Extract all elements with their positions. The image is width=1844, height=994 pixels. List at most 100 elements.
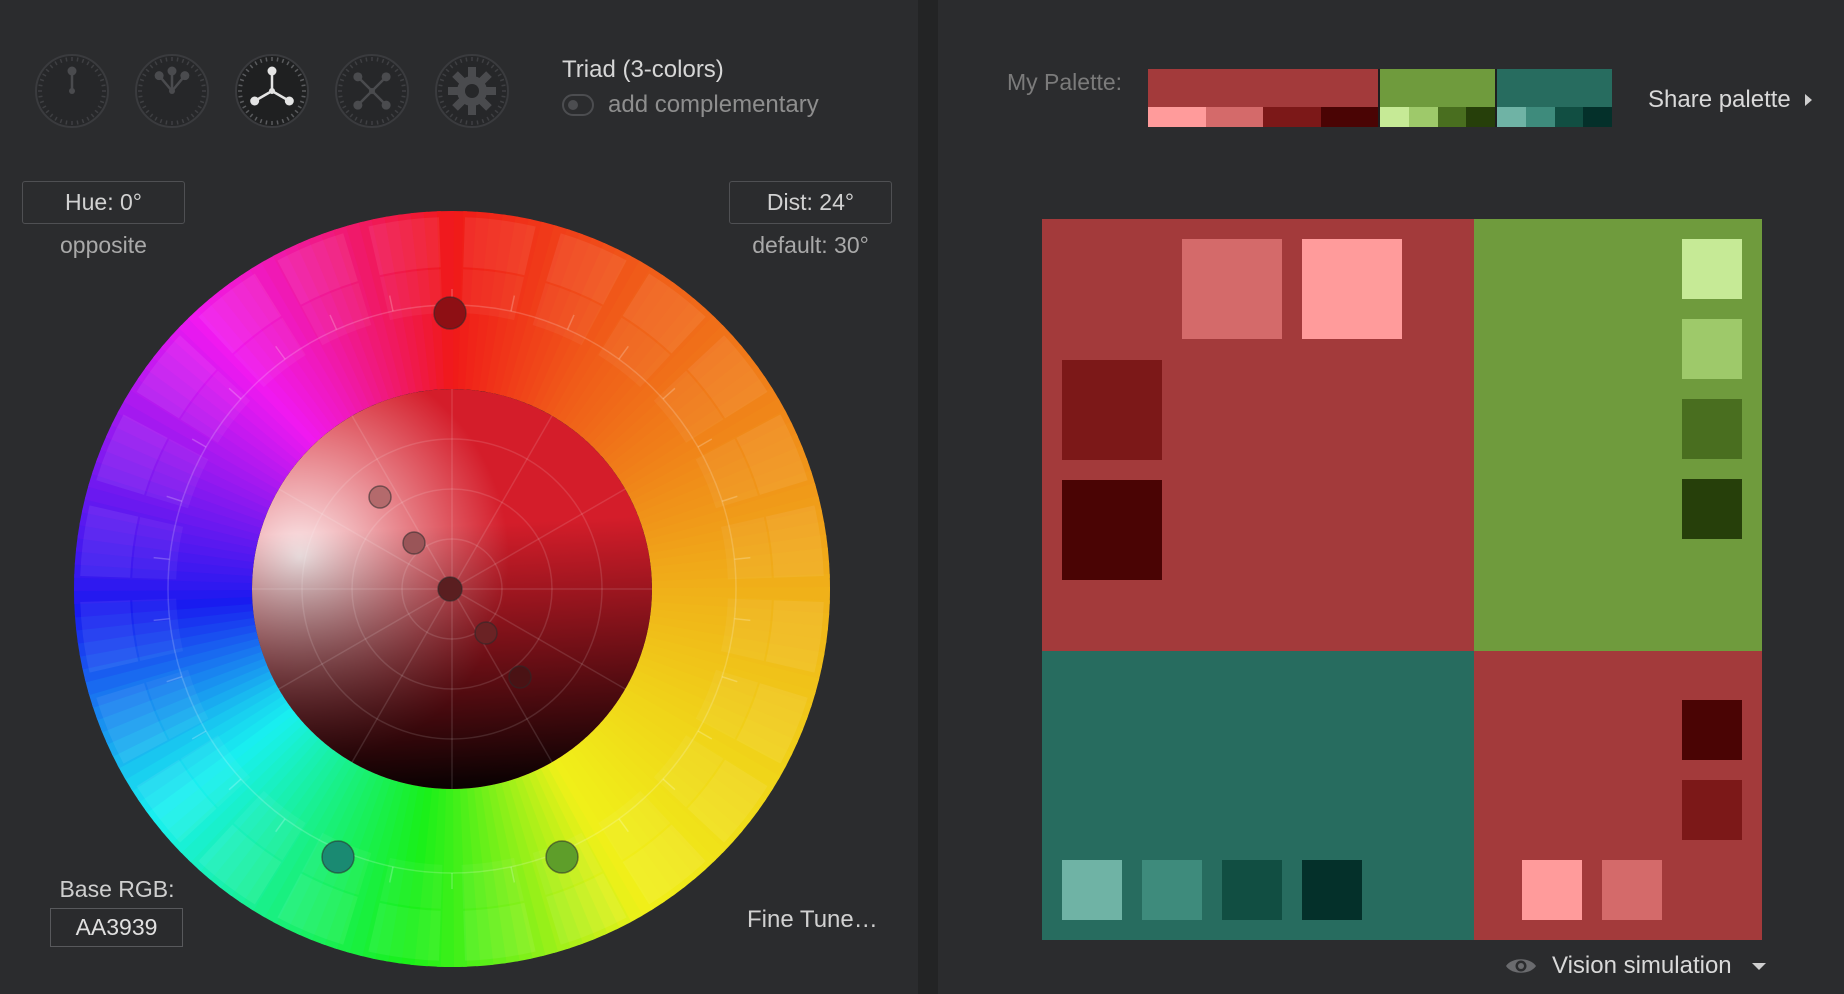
hue-ring-step: [463, 217, 536, 276]
palette-group-primary[interactable]: [1148, 69, 1378, 127]
hue-ring-step: [80, 505, 139, 578]
palette-tint[interactable]: [1466, 107, 1495, 127]
hue-ring-step: [765, 505, 824, 578]
shade-handle[interactable]: [402, 531, 426, 555]
hue-ring-step: [368, 217, 441, 276]
preview-swatch[interactable]: [1602, 860, 1662, 920]
knob-tick: [76, 57, 79, 62]
palette-tint[interactable]: [1497, 107, 1526, 127]
preview-swatch[interactable]: [1142, 860, 1202, 920]
palette-tint[interactable]: [1320, 107, 1378, 127]
color-wheel-panel: Triad (3-colors) add complementary Hue: …: [0, 0, 918, 994]
knob-tick: [365, 120, 368, 125]
color-wheel[interactable]: [72, 209, 832, 969]
secondary-hue-handle-2[interactable]: [545, 840, 579, 874]
base-rgb-input[interactable]: [50, 908, 183, 947]
preview-swatch[interactable]: [1222, 860, 1282, 920]
share-palette-button[interactable]: Share palette: [1648, 86, 1812, 114]
knob-tick: [476, 57, 479, 62]
mode-triad-button[interactable]: [234, 53, 310, 129]
knob-tick: [338, 95, 343, 98]
vision-simulation-dropdown[interactable]: Vision simulation: [1504, 952, 1766, 980]
secondary-hue-handle-1[interactable]: [321, 840, 355, 874]
hue-ring-step: [463, 902, 536, 961]
knob-tick: [438, 84, 443, 87]
knob-tick: [401, 95, 406, 98]
preview-swatch[interactable]: [1302, 239, 1402, 339]
knob-center: [369, 88, 375, 94]
palette-tint[interactable]: [1263, 107, 1321, 127]
preview-swatch[interactable]: [1062, 480, 1162, 580]
preview-swatch[interactable]: [1302, 860, 1362, 920]
complementary-row[interactable]: add complementary: [562, 90, 819, 120]
preview-secondary-2-area[interactable]: [1042, 651, 1474, 940]
palette-swatch-primary[interactable]: [1148, 69, 1378, 107]
gear-tooth: [468, 105, 476, 115]
preview-primary-corner[interactable]: [1474, 651, 1762, 940]
palette-strip: [1148, 69, 1612, 127]
knob-tick: [165, 120, 168, 125]
share-palette-label: Share palette: [1648, 86, 1791, 113]
primary-hue-handle[interactable]: [433, 296, 467, 330]
preview-swatch[interactable]: [1682, 700, 1742, 760]
palette-tint[interactable]: [1437, 107, 1467, 127]
mode-freestyle-button[interactable]: [434, 53, 510, 129]
mode-tetrad-button[interactable]: [334, 53, 410, 129]
palette-tint[interactable]: [1205, 107, 1263, 127]
base-shade-handle[interactable]: [437, 576, 463, 602]
knob-tick: [65, 120, 68, 125]
preview-swatch[interactable]: [1182, 239, 1282, 339]
preview-swatch[interactable]: [1682, 780, 1742, 840]
shade-handle[interactable]: [368, 485, 392, 509]
knob-tick: [201, 84, 206, 87]
caret-right-icon: [1804, 94, 1812, 106]
base-rgb-label: Base RGB:: [59, 876, 175, 902]
gear-tooth: [448, 87, 458, 95]
palette-tint[interactable]: [1408, 107, 1438, 127]
knob-dot: [353, 100, 363, 110]
knob-tick: [501, 84, 506, 87]
palette-group-secondary-1[interactable]: [1380, 69, 1495, 127]
palette-tint[interactable]: [1525, 107, 1555, 127]
knob-tick: [476, 120, 479, 125]
preview-swatch[interactable]: [1522, 860, 1582, 920]
knob-tick: [438, 95, 443, 98]
knob-tick: [238, 95, 243, 98]
mode-mono-button[interactable]: [34, 53, 110, 129]
shade-handle[interactable]: [474, 621, 498, 645]
knob-tick: [101, 95, 106, 98]
palette-group-secondary-2[interactable]: [1497, 69, 1612, 127]
fine-tune-link[interactable]: Fine Tune…: [747, 906, 878, 934]
preview-swatch[interactable]: [1682, 239, 1742, 299]
knob-tick: [376, 57, 379, 62]
palette-tint[interactable]: [1148, 107, 1206, 127]
knob-center: [269, 88, 275, 94]
knob-tick: [376, 120, 379, 125]
palette-tint[interactable]: [1380, 107, 1409, 127]
preview-secondary-1-area[interactable]: [1474, 219, 1762, 651]
knob-tick: [38, 95, 43, 98]
knob-tick: [265, 57, 268, 62]
palette-tint[interactable]: [1583, 107, 1612, 127]
knob-center: [169, 88, 175, 94]
preview-swatch[interactable]: [1062, 360, 1162, 460]
knob-tick: [301, 84, 306, 87]
preview-swatch[interactable]: [1682, 479, 1742, 539]
mode-adjacent-button[interactable]: [134, 53, 210, 129]
panel-divider[interactable]: [918, 0, 938, 994]
preview-swatch[interactable]: [1682, 319, 1742, 379]
eye-icon: [1506, 959, 1536, 973]
palette-swatch-secondary-1[interactable]: [1380, 69, 1495, 107]
complementary-toggle[interactable]: [562, 94, 594, 116]
knob-tick: [138, 84, 143, 87]
knob-dot: [353, 72, 363, 82]
hue-ring-step: [368, 902, 441, 961]
preview-primary-area[interactable]: [1042, 219, 1474, 651]
palette-swatch-secondary-2[interactable]: [1497, 69, 1612, 107]
knob-tick: [465, 57, 468, 62]
knob-tick: [265, 120, 268, 125]
preview-swatch[interactable]: [1062, 860, 1122, 920]
preview-swatch[interactable]: [1682, 399, 1742, 459]
palette-tint[interactable]: [1554, 107, 1584, 127]
shade-handle[interactable]: [508, 665, 532, 689]
